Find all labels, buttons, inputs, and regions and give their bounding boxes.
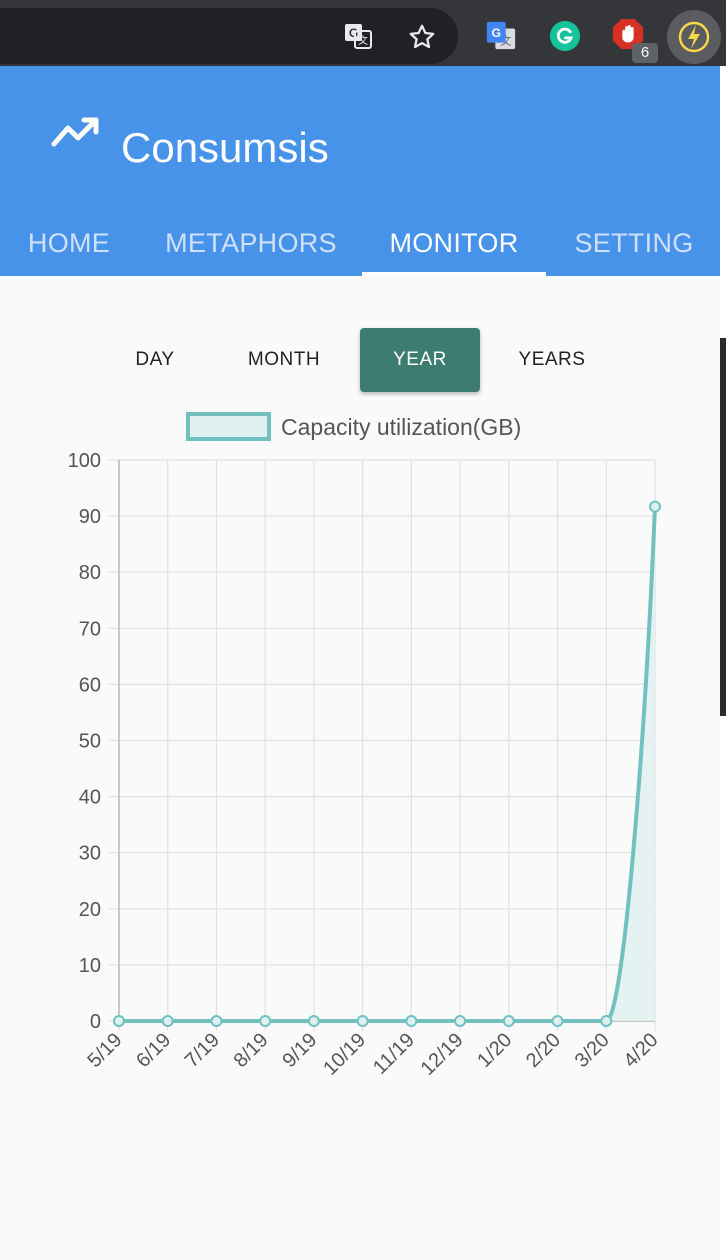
x-tick-label: 4/20 [619, 1029, 662, 1072]
data-point [551, 1015, 564, 1027]
svg-text:文: 文 [358, 34, 368, 47]
y-tick-label: 40 [79, 787, 101, 809]
x-tick-label: 9/19 [278, 1029, 321, 1072]
y-tick-label: 80 [79, 562, 101, 584]
y-tick-label: 60 [79, 674, 101, 696]
data-point [259, 1015, 272, 1027]
x-tick-label: 5/19 [83, 1029, 126, 1072]
x-tick-label: 6/19 [132, 1029, 175, 1072]
x-tick-label: 10/19 [319, 1029, 370, 1080]
browser-toolbar: G 文 文 G 6 [0, 0, 726, 66]
data-point [161, 1015, 174, 1027]
x-tick-label: 11/19 [369, 1029, 419, 1079]
grammarly-icon[interactable] [549, 20, 581, 52]
bookmark-star-icon[interactable] [406, 21, 438, 53]
x-tick-label: 7/19 [181, 1029, 224, 1072]
data-point [113, 1015, 125, 1027]
adblock-badge: 6 [632, 43, 658, 63]
data-point [307, 1015, 320, 1027]
data-point [600, 1015, 613, 1027]
x-tick-label: 2/20 [522, 1029, 565, 1072]
y-tick-label: 90 [79, 506, 101, 528]
google-translate-icon[interactable]: 文 G [485, 20, 517, 52]
x-tick-label: 12/19 [417, 1029, 468, 1080]
y-tick-label: 10 [79, 955, 101, 977]
y-tick-label: 70 [79, 618, 101, 640]
series-area [119, 506, 655, 1021]
legend-swatch [186, 412, 271, 441]
data-point [454, 1015, 467, 1027]
y-tick-label: 30 [79, 843, 101, 865]
svg-text:G: G [349, 26, 358, 40]
consumsis-extension-icon[interactable] [667, 10, 721, 64]
extension-popup: Consumsis HOME METAPHORS MONITOR SETTING… [0, 66, 720, 1260]
data-point [649, 500, 661, 513]
data-point [210, 1015, 223, 1027]
y-tick-label: 0 [90, 1011, 101, 1033]
background-page-panel [720, 338, 726, 716]
legend-label: Capacity utilization(GB) [281, 414, 521, 440]
y-tick-label: 100 [68, 450, 101, 472]
series-line [119, 506, 657, 1023]
data-point [405, 1015, 418, 1027]
data-point [502, 1015, 515, 1027]
x-tick-label: 1/20 [473, 1029, 516, 1072]
data-point [356, 1015, 369, 1027]
y-tick-label: 20 [79, 899, 101, 921]
y-tick-label: 50 [79, 731, 101, 753]
address-bar[interactable] [0, 8, 458, 64]
capacity-chart: 0 10 20 30 40 50 60 70 80 90 100 5/19 6/19 7/19 8/19 9/… [68, 412, 663, 1080]
svg-text:G: G [492, 26, 502, 40]
x-tick-label: 8/19 [230, 1029, 273, 1072]
translate-icon[interactable]: G 文 [342, 20, 374, 52]
x-tick-label: 3/20 [571, 1029, 614, 1072]
